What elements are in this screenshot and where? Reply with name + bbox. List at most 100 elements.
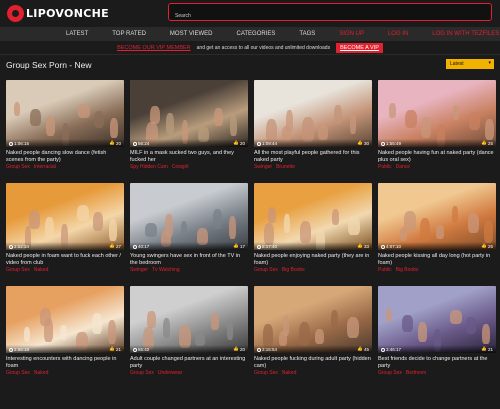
site-logo[interactable]: LIPOVONCHE <box>7 5 109 22</box>
video-grid: 1:06:15 👍 20 Naked people dancing slow danc… <box>6 80 496 389</box>
clock-icon <box>257 347 261 352</box>
video-tag-link[interactable]: Group Sex <box>6 164 30 170</box>
search-box[interactable] <box>168 3 492 24</box>
video-thumbnail[interactable]: 40:17 👍 17 <box>130 183 248 250</box>
video-tag-link[interactable]: Public <box>378 267 392 273</box>
video-tag-link[interactable]: Interracial <box>34 164 56 170</box>
video-duration: 1:55:49 <box>381 141 401 146</box>
search-input[interactable] <box>169 8 491 24</box>
video-title[interactable]: MILF in a mask sucked two guys, and they… <box>130 150 248 163</box>
video-tag-link[interactable]: Bedroom <box>406 370 426 376</box>
thumbnail-scene <box>254 183 372 250</box>
video-tag-link[interactable]: Underwear <box>158 370 182 376</box>
video-thumbnail[interactable]: 1:55:49 👍 25 <box>378 80 496 147</box>
rating-text: 25 <box>487 140 493 146</box>
video-tag-link[interactable]: Spy Hidden Cam <box>130 164 168 170</box>
video-thumbnail[interactable]: 2:58:18 👍 21 <box>6 286 124 353</box>
video-title[interactable]: Adult couple changed partners at an inte… <box>130 356 248 369</box>
video-title[interactable]: All the most playful people gathered for… <box>254 150 372 163</box>
nav-item-3[interactable]: Categories <box>236 31 275 37</box>
video-card[interactable]: 40:17 👍 17 Young swingers have sex in front… <box>130 183 248 286</box>
video-tag-link[interactable]: Cowgirl <box>172 164 189 170</box>
video-tag-link[interactable]: Dance <box>396 164 410 170</box>
logo-text: LIPOVONCHE <box>26 7 109 20</box>
video-thumbnail[interactable]: 56:24 👍 20 <box>130 80 248 147</box>
video-rating: 👍 27 <box>109 243 121 249</box>
nav-item-1[interactable]: Top Rated <box>112 31 146 37</box>
video-tag-link[interactable]: Group Sex <box>6 370 30 376</box>
video-card[interactable]: 1:06:15 👍 20 Naked people dancing slow danc… <box>6 80 124 183</box>
video-rating: 👍 45 <box>357 346 369 352</box>
thumbs-up-icon: 👍 <box>357 243 363 248</box>
video-card[interactable]: 2:15:54 👍 45 Naked people fucking during ad… <box>254 286 372 389</box>
video-title[interactable]: Interesting encounters with dancing peop… <box>6 356 124 369</box>
video-tag-link[interactable]: Tv Watching <box>152 267 180 273</box>
video-thumbnail[interactable]: 2:52:34 👍 27 <box>6 183 124 250</box>
video-title[interactable]: Naked people enjoying naked party (they … <box>254 253 372 266</box>
video-tag-link[interactable]: Group Sex <box>254 267 278 273</box>
thumbs-up-icon: 👍 <box>357 140 363 145</box>
video-thumbnail[interactable]: 5:17:40 👍 33 <box>254 183 372 250</box>
video-card[interactable]: 2:58:18 👍 21 Interesting encounters with da… <box>6 286 124 389</box>
nav-item-4[interactable]: Tags <box>299 31 315 37</box>
video-tag-link[interactable]: Big Boobs <box>282 267 305 273</box>
video-title[interactable]: Young swingers have sex in front of the … <box>130 253 248 266</box>
video-tag-link[interactable]: Group Sex <box>130 370 154 376</box>
video-thumbnail[interactable]: 1:09:44 👍 30 <box>254 80 372 147</box>
rating-text: 27 <box>115 243 121 249</box>
video-title[interactable]: Naked people having fun at naked party (… <box>378 150 496 163</box>
video-card[interactable]: 4:07:10 👍 26 Naked people kissing all day l… <box>378 183 496 286</box>
video-title[interactable]: Naked people kissing all day long (hot p… <box>378 253 496 266</box>
video-card[interactable]: 55:42 👍 20 Adult couple changed partners at… <box>130 286 248 389</box>
video-title[interactable]: Naked people fucking during adult party … <box>254 356 372 369</box>
duration-text: 2:52:34 <box>14 244 30 249</box>
duration-text: 55:42 <box>138 347 150 352</box>
nav-item-6[interactable]: Log in <box>388 31 408 37</box>
rating-text: 20 <box>115 140 121 146</box>
video-tag-link[interactable]: Group Sex <box>6 267 30 273</box>
video-title[interactable]: Naked people in foam want to fuck each o… <box>6 253 124 266</box>
clock-icon <box>257 244 261 249</box>
video-card[interactable]: 3:46:17 👍 21 Best friends decide to change … <box>378 286 496 389</box>
thumbs-up-icon: 👍 <box>109 243 115 248</box>
nav-item-5[interactable]: Sign up <box>339 31 364 37</box>
video-card[interactable]: 2:52:34 👍 27 Naked people in foam want to f… <box>6 183 124 286</box>
sort-select[interactable]: Latest ▾ <box>446 59 494 69</box>
video-tags: Group Sex Naked <box>6 267 124 273</box>
video-tag-link[interactable]: Naked <box>34 267 48 273</box>
video-thumbnail[interactable]: 3:46:17 👍 21 <box>378 286 496 353</box>
video-card[interactable]: 5:17:40 👍 33 Naked people enjoying naked pa… <box>254 183 372 286</box>
video-duration: 1:09:44 <box>257 141 277 146</box>
video-thumbnail[interactable]: 1:06:15 👍 20 <box>6 80 124 147</box>
video-rating: 👍 21 <box>481 346 493 352</box>
video-tag-link[interactable]: Brunette <box>276 164 295 170</box>
video-duration: 55:42 <box>133 347 149 352</box>
video-thumbnail[interactable]: 4:07:10 👍 26 <box>378 183 496 250</box>
video-tag-link[interactable]: Naked <box>282 370 296 376</box>
thumbnail-scene <box>6 183 124 250</box>
video-card[interactable]: 56:24 👍 20 MILF in a mask sucked two guys, … <box>130 80 248 183</box>
nav-item-0[interactable]: Latest <box>66 31 88 37</box>
video-title[interactable]: Best friends decide to change partners a… <box>378 356 496 369</box>
thumbnail-scene <box>6 286 124 353</box>
video-tag-link[interactable]: Public <box>378 164 392 170</box>
video-tag-link[interactable]: Group Sex <box>254 370 278 376</box>
video-rating: 👍 25 <box>481 140 493 146</box>
nav-item-2[interactable]: Most Viewed <box>170 31 213 37</box>
nav-item-7[interactable]: Log in with TezFiles <box>432 31 499 37</box>
video-tag-link[interactable]: Group Sex <box>378 370 402 376</box>
video-card[interactable]: 1:55:49 👍 25 Naked people having fun at nak… <box>378 80 496 183</box>
video-card[interactable]: 1:09:44 👍 30 All the most playful people ga… <box>254 80 372 183</box>
video-tag-link[interactable]: Naked <box>34 370 48 376</box>
video-tag-link[interactable]: Big Boobs <box>396 267 419 273</box>
page-title: Group Sex Porn - New <box>6 60 92 70</box>
video-thumbnail[interactable]: 55:42 👍 20 <box>130 286 248 353</box>
vip-member-link[interactable]: Become our VIP member <box>117 45 191 51</box>
video-rating: 👍 21 <box>109 346 121 352</box>
video-thumbnail[interactable]: 2:15:54 👍 45 <box>254 286 372 353</box>
become-vip-button[interactable]: Become a VIP <box>336 42 383 53</box>
video-tag-link[interactable]: Swinger <box>254 164 272 170</box>
video-title[interactable]: Naked people dancing slow dance (fetish … <box>6 150 124 163</box>
video-duration: 5:17:40 <box>257 244 277 249</box>
video-tag-link[interactable]: Swinger <box>130 267 148 273</box>
